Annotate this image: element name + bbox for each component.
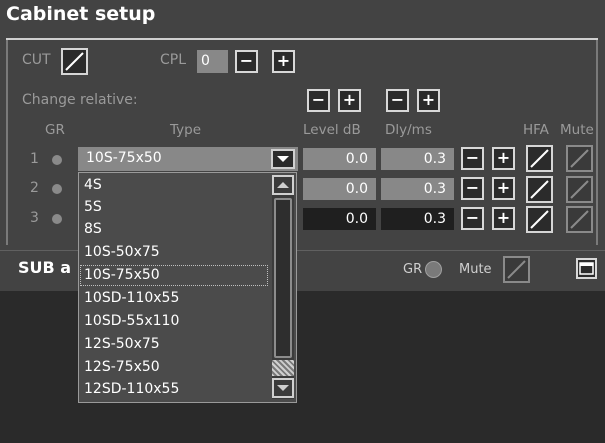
plus-icon: + [496, 178, 511, 197]
frame-left-border [6, 40, 8, 245]
dropdown-option[interactable]: 12S-50x75 [84, 336, 160, 352]
cut-toggle[interactable] [61, 48, 88, 75]
header-mute: Mute [560, 122, 594, 138]
row-2-delay-plus-button[interactable]: + [492, 177, 515, 200]
row-3-delay-field[interactable]: 0.3 [381, 208, 454, 230]
cpl-plus-button[interactable]: + [272, 50, 295, 73]
row-3-mute-toggle[interactable] [566, 206, 593, 233]
dropdown-option-selected[interactable]: 10S-75x50 [84, 267, 160, 283]
status-dot-icon [52, 184, 62, 194]
change-relative-label: Change relative: [22, 92, 138, 108]
scroll-down-button[interactable] [272, 378, 294, 398]
panel-title: Cabinet setup [6, 3, 156, 25]
dropdown-option[interactable]: 10S-50x75 [84, 244, 160, 260]
dropdown-option[interactable]: 12S-75x50 [84, 359, 160, 375]
slash-toggle-icon [530, 180, 549, 199]
row-1-mute-toggle[interactable] [566, 145, 593, 172]
row-1-delay-plus-button[interactable]: + [492, 147, 515, 170]
title-divider [6, 38, 598, 40]
row-2-level-field[interactable]: 0.0 [303, 178, 376, 200]
level-relative-plus-button[interactable]: + [338, 89, 361, 112]
cpl-minus-button[interactable]: − [235, 50, 258, 73]
plus-icon: + [496, 208, 511, 227]
row-2-mute-toggle[interactable] [566, 176, 593, 203]
header-delay: Dly/ms [385, 122, 432, 138]
minus-icon: − [465, 208, 480, 227]
header-gr: GR [45, 122, 65, 138]
row-2-hfa-toggle[interactable] [526, 176, 553, 203]
minus-icon: − [239, 51, 254, 70]
slash-toggle-icon [570, 180, 589, 199]
row-3-gr: 3 [30, 210, 39, 226]
status-dot-icon [52, 214, 62, 224]
row-2-delay-field[interactable]: 0.3 [381, 178, 454, 200]
sub-mute-label: Mute [459, 262, 492, 277]
sub-mute-toggle[interactable] [503, 256, 530, 283]
cpl-label: CPL [160, 52, 187, 68]
row-1-hfa-toggle[interactable] [526, 145, 553, 172]
cpl-field[interactable]: 0 [197, 50, 228, 73]
header-type: Type [170, 122, 202, 138]
plus-icon: + [496, 148, 511, 167]
delay-relative-plus-button[interactable]: + [417, 89, 440, 112]
row-1-gr: 1 [30, 151, 39, 167]
dropdown-option[interactable]: 10SD-110x55 [84, 290, 179, 306]
plus-icon: + [421, 90, 436, 109]
row-3-hfa-toggle[interactable] [526, 206, 553, 233]
slash-toggle-icon [570, 210, 589, 229]
frame-right-border [596, 40, 598, 245]
row-1-delay-field[interactable]: 0.3 [381, 148, 454, 170]
dropdown-option[interactable]: 12SD-110x55 [84, 381, 179, 397]
row-3-level-field[interactable]: 0.0 [303, 208, 376, 230]
dropdown-option[interactable]: 8S [84, 221, 102, 237]
plus-icon: + [342, 90, 357, 109]
scrollbar-thumb[interactable] [274, 198, 292, 358]
dropdown-option[interactable]: 4S [84, 177, 102, 193]
dropdown-option[interactable]: 5S [84, 199, 102, 215]
slash-toggle-icon [570, 149, 589, 168]
row-1-level-field[interactable]: 0.0 [303, 148, 376, 170]
status-dot-icon [52, 155, 62, 165]
scroll-up-button[interactable] [272, 175, 294, 195]
type-select-value: 10S-75x50 [86, 150, 162, 166]
row-3-delay-minus-button[interactable]: − [461, 207, 484, 230]
scrollbar-grip[interactable] [272, 360, 294, 376]
window-restore-icon [579, 262, 594, 275]
sub-gr-label: GR [403, 262, 423, 277]
header-hfa: HFA [523, 122, 549, 138]
minus-icon: − [465, 148, 480, 167]
type-dropdown-button[interactable] [271, 149, 295, 169]
minus-icon: − [390, 90, 405, 109]
cut-label: CUT [22, 52, 51, 68]
row-2-gr: 2 [30, 180, 39, 196]
row-3-delay-plus-button[interactable]: + [492, 207, 515, 230]
slash-toggle-icon [65, 52, 84, 71]
dropdown-arrow-icon [277, 156, 289, 162]
dropdown-option[interactable]: 10SD-55x110 [84, 313, 179, 329]
slash-toggle-icon [530, 149, 549, 168]
slash-toggle-icon [530, 210, 549, 229]
header-level: Level dB [303, 122, 361, 138]
minus-icon: − [311, 90, 326, 109]
scroll-down-icon [277, 385, 289, 391]
sub-expand-button[interactable] [576, 258, 597, 279]
slash-toggle-icon [507, 260, 526, 279]
row-1-delay-minus-button[interactable]: − [461, 147, 484, 170]
minus-icon: − [465, 178, 480, 197]
scroll-up-icon [277, 182, 289, 188]
sub-gr-indicator[interactable] [425, 261, 442, 278]
plus-icon: + [276, 51, 291, 70]
row-2-delay-minus-button[interactable]: − [461, 177, 484, 200]
sub-section-title: SUB a [18, 258, 72, 277]
delay-relative-minus-button[interactable]: − [386, 89, 409, 112]
level-relative-minus-button[interactable]: − [307, 89, 330, 112]
